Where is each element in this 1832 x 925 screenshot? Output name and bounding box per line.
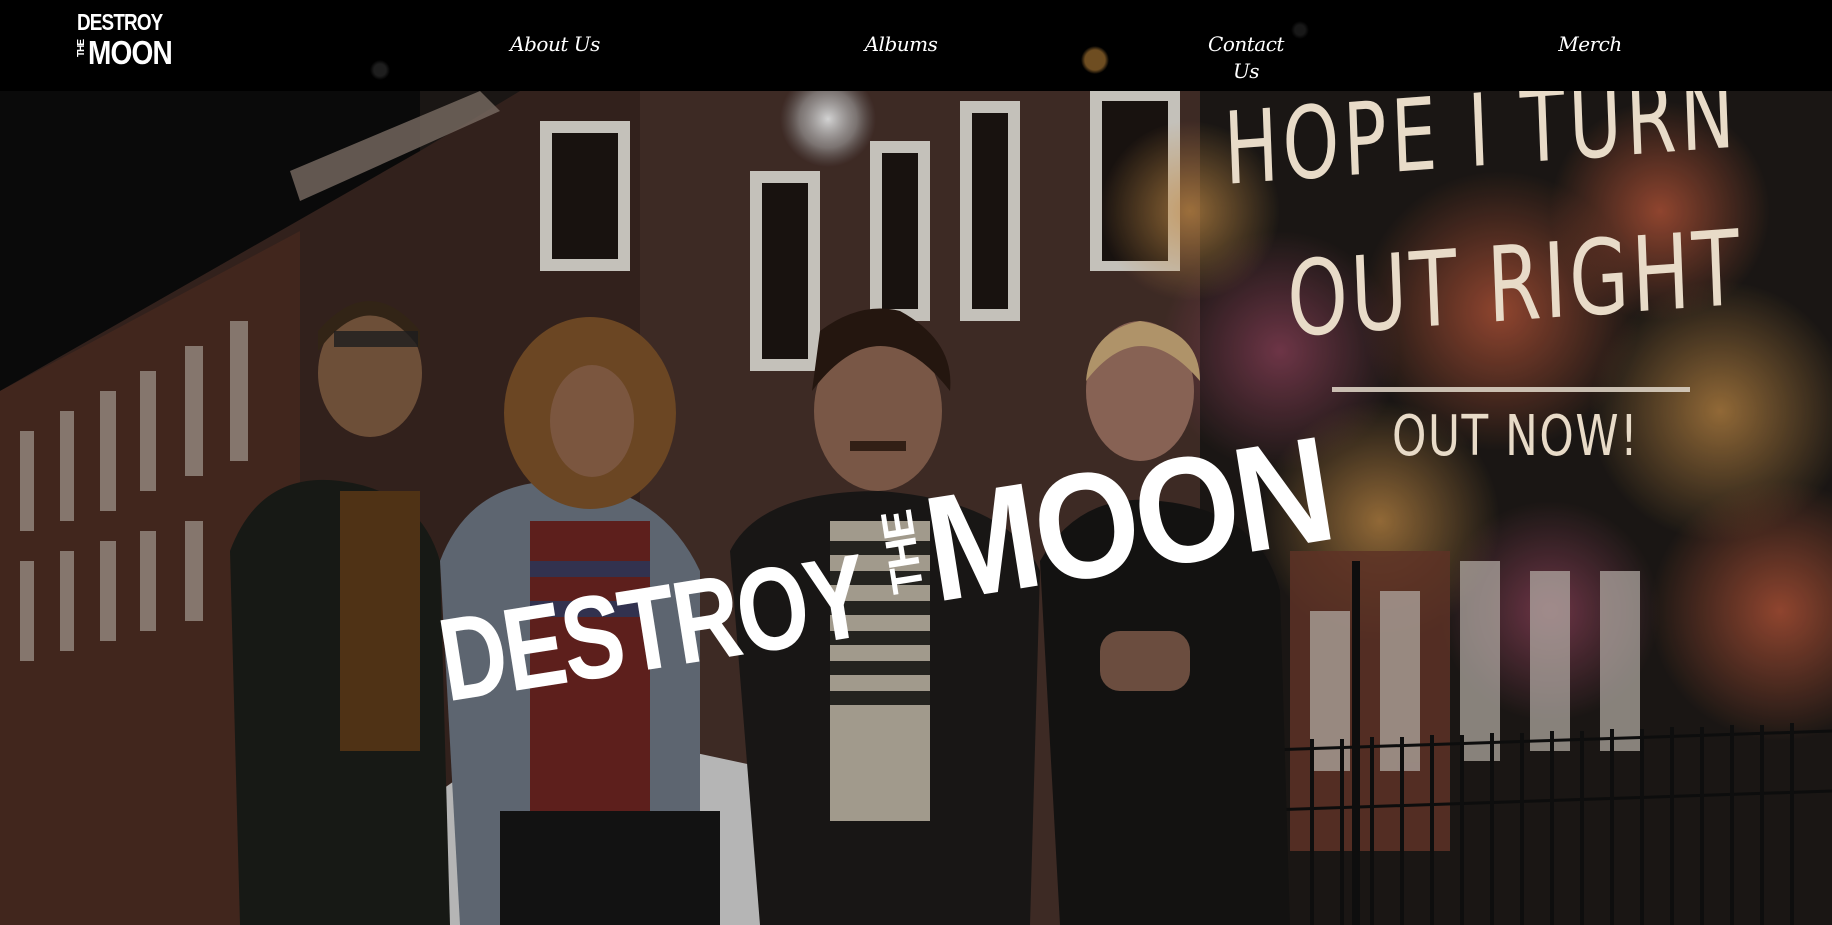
nav-link-about-us[interactable]: About Us (503, 31, 607, 58)
top-nav-bar: DESTROY THE MOON About Us Albums Contact… (0, 0, 1832, 91)
logo-text-the: THE (76, 40, 87, 57)
hero-section: HOPE I TURN OUT RIGHT OUT NOW! DESTROY T… (0, 91, 1832, 925)
nav-link-albums[interactable]: Albums (860, 31, 942, 58)
page: DESTROY THE MOON About Us Albums Contact… (0, 0, 1832, 925)
logo-text-moon: MOON (88, 34, 173, 71)
wordmark-destroy: DESTROY (430, 529, 875, 728)
logo-text-destroy: DESTROY (77, 9, 163, 35)
poster-out-now: OUT NOW! (1392, 404, 1640, 469)
poster-divider (1332, 387, 1690, 392)
nav-link-contact-us[interactable]: Contact Us (1204, 31, 1288, 85)
nav-link-merch[interactable]: Merch (1555, 31, 1625, 58)
site-logo[interactable]: DESTROY THE MOON (76, 9, 173, 75)
